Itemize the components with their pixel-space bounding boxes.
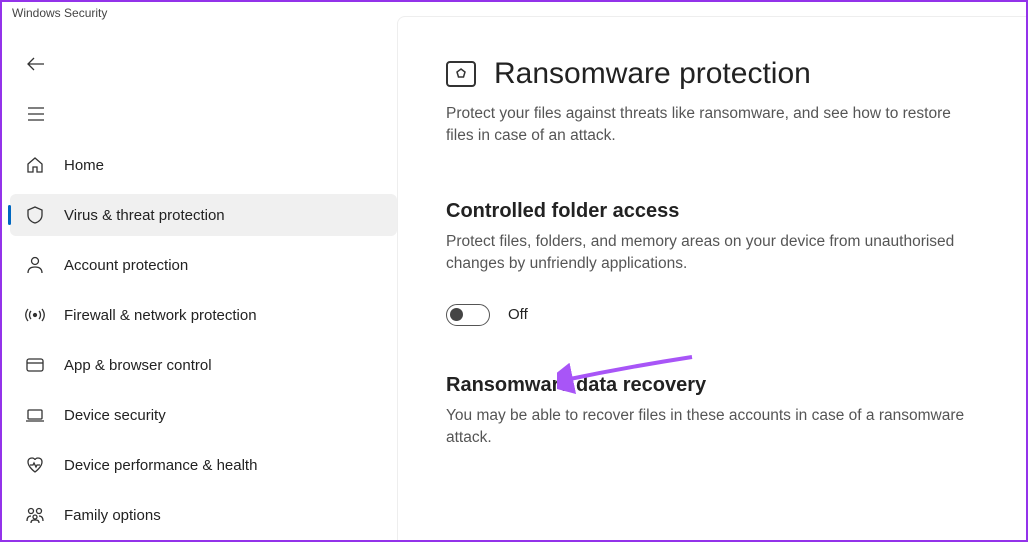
sidebar-item-label: Virus & threat protection xyxy=(64,207,225,224)
home-icon xyxy=(24,154,46,176)
window-icon xyxy=(24,354,46,376)
sidebar-item-label: Device security xyxy=(64,407,166,424)
section-title: Ransomware data recovery xyxy=(446,374,966,397)
nav-list: Home Virus & threat protection Account p… xyxy=(10,144,397,536)
antenna-icon xyxy=(24,304,46,326)
sidebar-item-label: Account protection xyxy=(64,257,188,274)
sidebar-item-label: Family options xyxy=(64,507,161,524)
back-button[interactable] xyxy=(16,44,56,84)
sidebar-item-family[interactable]: Family options xyxy=(10,494,397,536)
page-title: Ransomware protection xyxy=(494,57,811,91)
section-title: Controlled folder access xyxy=(446,200,966,223)
sidebar-item-home[interactable]: Home xyxy=(10,144,397,186)
window-title: Windows Security xyxy=(12,6,107,20)
ransomware-page-icon xyxy=(446,61,476,87)
account-icon xyxy=(24,254,46,276)
section-description: Protect files, folders, and memory areas… xyxy=(446,231,966,276)
back-arrow-icon xyxy=(27,57,45,71)
sidebar-item-firewall[interactable]: Firewall & network protection xyxy=(10,294,397,336)
main-content: Ransomware protection Protect your files… xyxy=(397,16,1026,540)
page-description: Protect your files against threats like … xyxy=(446,103,966,148)
sidebar-item-app-browser[interactable]: App & browser control xyxy=(10,344,397,386)
sidebar-item-device-security[interactable]: Device security xyxy=(10,394,397,436)
toggle-knob xyxy=(450,308,463,321)
toggle-state-label: Off xyxy=(508,306,528,323)
controlled-folder-toggle[interactable] xyxy=(446,304,490,326)
hamburger-icon xyxy=(27,107,45,121)
menu-button[interactable] xyxy=(16,94,56,134)
heart-pulse-icon xyxy=(24,454,46,476)
family-icon xyxy=(24,504,46,526)
sidebar-item-label: Firewall & network protection xyxy=(64,307,257,324)
recovery-section: Ransomware data recovery You may be able… xyxy=(446,374,966,450)
sidebar-item-label: App & browser control xyxy=(64,357,212,374)
sidebar-item-label: Home xyxy=(64,157,104,174)
section-description: You may be able to recover files in thes… xyxy=(446,405,966,450)
sidebar-item-label: Device performance & health xyxy=(64,457,257,474)
sidebar-item-virus-threat[interactable]: Virus & threat protection xyxy=(10,194,397,236)
sidebar-item-performance[interactable]: Device performance & health xyxy=(10,444,397,486)
sidebar: Home Virus & threat protection Account p… xyxy=(2,24,397,540)
shield-icon xyxy=(24,204,46,226)
laptop-icon xyxy=(24,404,46,426)
sidebar-item-account[interactable]: Account protection xyxy=(10,244,397,286)
controlled-folder-section: Controlled folder access Protect files, … xyxy=(446,200,966,326)
